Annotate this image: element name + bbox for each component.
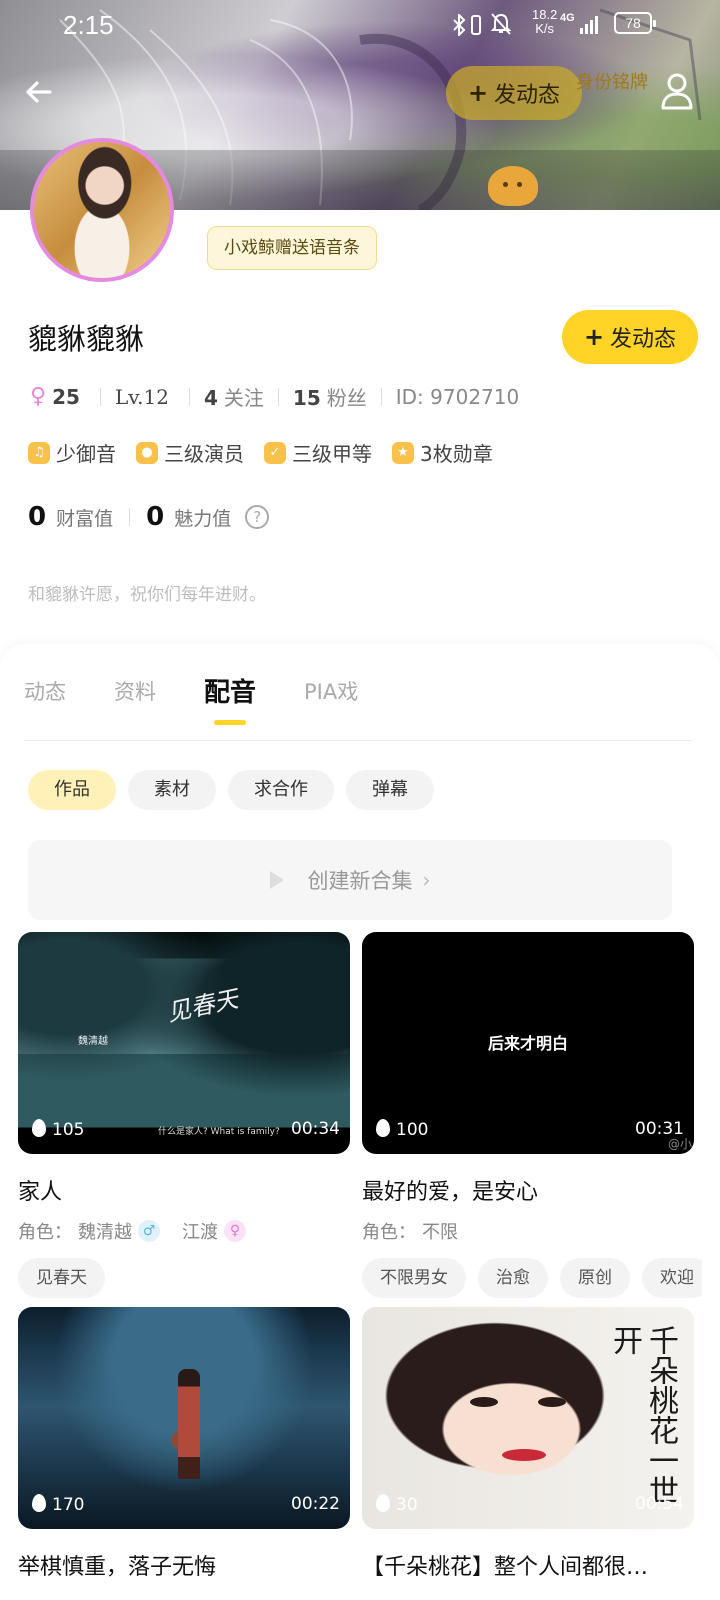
work-card[interactable]: 170 00:22 举棋慎重，落子无悔	[18, 1307, 350, 1581]
person-icon: ●	[136, 441, 158, 464]
identity-badge-label[interactable]: 身份铭牌	[576, 68, 648, 94]
work-tags: 见春天	[18, 1258, 358, 1298]
mute-icon	[490, 13, 512, 35]
badge-grade[interactable]: ✓ 三级甲等	[264, 438, 372, 467]
work-title: 最好的爱，是安心	[362, 1180, 539, 1205]
badge-medals[interactable]: ★ 3枚勋章	[392, 438, 493, 467]
header-post-button[interactable]: + 发动态	[446, 66, 582, 120]
chip-collab[interactable]: 求合作	[228, 770, 334, 810]
work-tag[interactable]: 原创	[560, 1258, 630, 1298]
chip-materials[interactable]: 素材	[128, 770, 216, 810]
duration: 00:22	[291, 1494, 340, 1514]
user-icon[interactable]	[660, 72, 694, 110]
tab-info[interactable]: 资料	[114, 676, 156, 709]
net-speed: 18.2 K/s	[532, 7, 558, 36]
work-tag[interactable]: 见春天	[18, 1258, 105, 1298]
work-thumbnail[interactable]: 千朵桃花一世开 30 00:54	[362, 1307, 694, 1529]
age: 25	[52, 384, 80, 409]
wealth-value: 0	[28, 502, 47, 532]
work-card[interactable]: 千朵桃花一世开 30 00:54 【千朵桃花】整个人间都很…	[362, 1307, 694, 1581]
signature: 和貔貅许愿，祝你们每年进财。	[28, 585, 266, 605]
chip-danmaku[interactable]: 弹幕	[346, 770, 434, 810]
male-gender-icon: ♂	[138, 1220, 160, 1242]
network-type: 4G	[560, 12, 575, 24]
work-tag[interactable]: 不限男女	[362, 1258, 466, 1298]
tab-divider	[24, 740, 692, 741]
fire-icon	[376, 1119, 390, 1137]
vibrate-icon	[471, 15, 481, 35]
speech-bubble[interactable]: 小戏鲸赠送语音条	[207, 226, 377, 270]
plus-icon: +	[583, 323, 605, 351]
work-title: 家人	[18, 1180, 63, 1205]
bluetooth-icon	[453, 14, 466, 36]
signal-icon	[580, 14, 598, 34]
user-id: ID: 9702710	[395, 384, 520, 409]
work-roles: 角色： 魏清越 ♂ 江渡 ♀	[18, 1218, 350, 1244]
tab-pia[interactable]: PIA戏	[304, 676, 358, 709]
voice-wave-icon: ♫	[28, 441, 50, 464]
figure-art	[178, 1369, 200, 1479]
duration: 00:54	[635, 1494, 684, 1514]
post-button[interactable]: + 发动态	[562, 310, 698, 364]
work-card[interactable]: 后来才明白 @小 100 00:31 最好的爱，是安心 角色： 不限 不限男女 …	[362, 932, 702, 1298]
work-roles: 角色： 不限	[362, 1222, 458, 1243]
play-icon	[269, 871, 284, 889]
tab-dubbing[interactable]: 配音	[204, 672, 256, 725]
nickname: 貔貅貔貅	[28, 322, 145, 356]
badge-list: ♫ 少御音 ● 三级演员 ✓ 三级甲等 ★ 3枚勋章	[28, 438, 493, 467]
duration: 00:31	[635, 1119, 684, 1139]
fire-icon	[32, 1494, 46, 1512]
fire-icon	[376, 1494, 390, 1512]
following-stat[interactable]: 4 关注	[204, 382, 264, 411]
check-icon: ✓	[264, 441, 286, 464]
work-thumbnail[interactable]: 后来才明白 @小 100 00:31	[362, 932, 694, 1154]
badge-voice[interactable]: ♫ 少御音	[28, 438, 116, 467]
help-icon[interactable]: ?	[245, 505, 270, 529]
wealth-label: 财富值	[56, 507, 114, 530]
value-stats: 0 财富值 0 魅力值 ?	[28, 502, 270, 532]
battery-icon: 78	[614, 12, 656, 34]
fire-icon	[32, 1119, 46, 1137]
work-tags: 不限男女 治愈 原创 欢迎	[362, 1258, 702, 1298]
back-arrow-icon[interactable]	[22, 75, 56, 109]
work-tag[interactable]: 欢迎	[642, 1258, 702, 1298]
calligraphy-art: 见春天	[164, 984, 241, 1028]
badge-actor[interactable]: ● 三级演员	[136, 438, 244, 467]
create-collection-button[interactable]: 创建新合集 ›	[28, 840, 672, 920]
heat-count: 30	[376, 1494, 418, 1515]
avatar[interactable]	[30, 138, 174, 282]
status-bar: 2:15 18.2 K/s 4G 78	[0, 0, 720, 50]
star-icon: ★	[392, 441, 414, 464]
charm-value: 0	[146, 502, 165, 532]
work-title: 举棋慎重，落子无悔	[18, 1555, 217, 1580]
female-gender-icon: ♀	[224, 1220, 246, 1242]
level: Lv.12	[114, 384, 169, 409]
plus-icon: +	[467, 79, 489, 107]
sub-tabs: 作品 素材 求合作 弹幕	[28, 770, 434, 810]
female-gender-icon: ♀	[30, 384, 47, 409]
heat-count: 105	[32, 1119, 84, 1140]
profile-tabs: 动态 资料 配音 PIA戏	[24, 676, 406, 725]
chevron-right-icon: ›	[422, 868, 431, 892]
work-thumbnail[interactable]: 170 00:22	[18, 1307, 350, 1529]
duration: 00:34	[291, 1119, 340, 1139]
work-tag[interactable]: 治愈	[478, 1258, 548, 1298]
mascot-icon	[488, 166, 538, 206]
fans-stat[interactable]: 15 粉丝	[293, 382, 367, 411]
heat-count: 170	[32, 1494, 84, 1515]
work-card[interactable]: 魏清越 见春天 什么是家人? What is family? 105 00:34…	[18, 932, 350, 1298]
tab-moments[interactable]: 动态	[24, 676, 66, 709]
status-time: 2:15	[63, 10, 114, 40]
work-title: 【千朵桃花】整个人间都很…	[362, 1555, 649, 1580]
charm-label: 魅力值	[174, 507, 232, 530]
chip-works[interactable]: 作品	[28, 770, 116, 810]
profile-stats: ♀ 25 Lv.12 4 关注 15 粉丝 ID: 9702710	[30, 382, 519, 411]
work-thumbnail[interactable]: 魏清越 见春天 什么是家人? What is family? 105 00:34	[18, 932, 350, 1154]
heat-count: 100	[376, 1119, 428, 1140]
